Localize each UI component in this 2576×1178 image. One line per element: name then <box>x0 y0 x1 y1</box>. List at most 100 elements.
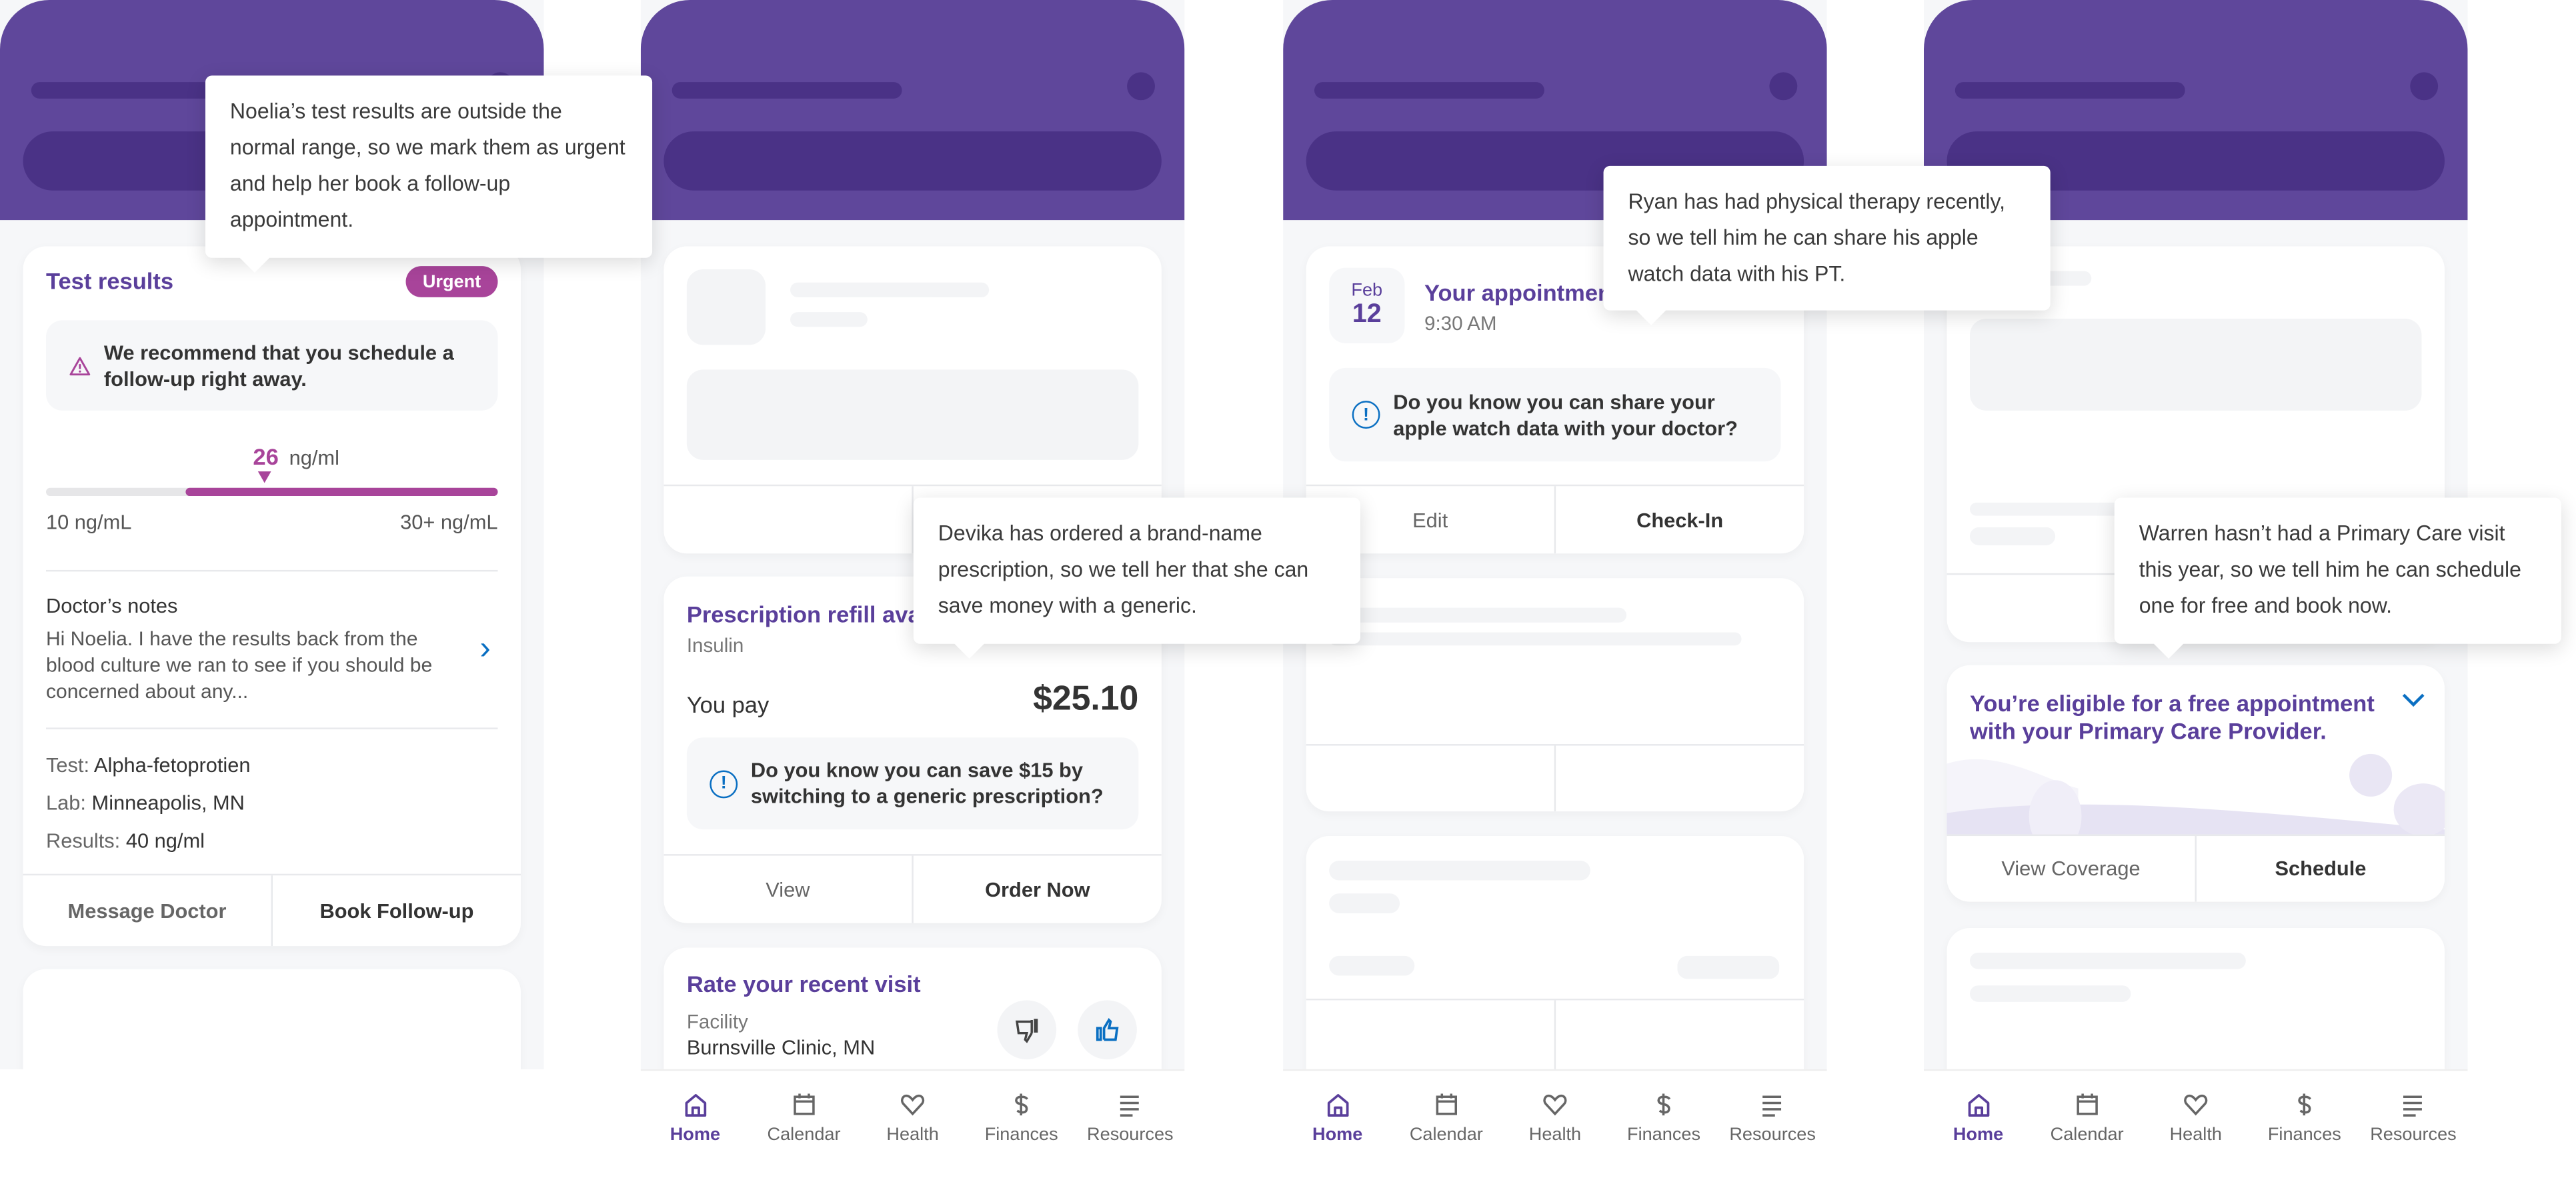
appointment-time: 9:30 AM <box>1424 312 1497 335</box>
placeholder-button <box>1306 746 1554 812</box>
chevron-down-icon[interactable] <box>2402 693 2425 708</box>
medication-name: Insulin <box>686 633 744 657</box>
nav-item-health[interactable]: Health <box>2141 1071 2250 1177</box>
header-placeholder-bar <box>1955 82 2185 99</box>
avatar-placeholder <box>1127 72 1155 101</box>
view-coverage-button[interactable]: View Coverage <box>1947 836 2195 902</box>
nav-item-resources[interactable]: Resources <box>2359 1071 2467 1177</box>
placeholder-actions <box>1306 998 1804 1069</box>
card-title: Rate your recent visit <box>686 971 921 997</box>
value-marker-icon <box>257 471 271 483</box>
info-icon: ! <box>1352 401 1380 429</box>
test-value: Alpha-fetoprotien <box>93 753 251 777</box>
nav-item-finances[interactable]: Finances <box>967 1071 1076 1177</box>
eligibility-card[interactable]: You’re eligible for a free appointment w… <box>1947 665 2445 902</box>
nav-label: Calendar <box>2050 1125 2124 1145</box>
pay-label: You pay <box>686 691 770 718</box>
tooltip-annotation: Warren hasn’t had a Primary Care visit t… <box>2114 497 2561 659</box>
bottom-nav: Home Calendar Health Finances Resources <box>1923 1069 2468 1178</box>
nav-item-calendar[interactable]: Calendar <box>2033 1071 2141 1177</box>
card-actions: Message Doctor Book Follow-up <box>23 873 521 947</box>
nav-label: Resources <box>2370 1125 2457 1145</box>
test-row: Test: Alpha-fetoprotien <box>46 754 250 777</box>
skeleton-line <box>1677 955 1780 979</box>
nav-item-health[interactable]: Health <box>858 1071 967 1177</box>
card-actions: Edit Check-In <box>1306 484 1804 554</box>
skeleton-line <box>1969 527 2056 545</box>
nav-label: Home <box>1953 1125 2004 1145</box>
range-min-label: 10 ng/mL <box>45 511 132 534</box>
home-icon <box>1326 1094 1348 1117</box>
home-icon <box>684 1094 706 1117</box>
range-max-label: 30+ ng/mL <box>400 511 498 534</box>
skeleton-block <box>1969 318 2422 411</box>
heart-icon <box>2184 1094 2208 1116</box>
book-follow-up-button[interactable]: Book Follow-up <box>271 875 521 947</box>
nav-label: Finances <box>984 1125 1058 1145</box>
range-bar <box>45 487 498 497</box>
thumbs-down-icon <box>1016 1019 1038 1043</box>
nav-item-finances[interactable]: Finances <box>2250 1071 2359 1177</box>
nav-item-finances[interactable]: Finances <box>1609 1071 1718 1177</box>
pay-amount: $25.10 <box>1033 679 1139 718</box>
lab-value: Minneapolis, MN <box>91 791 245 815</box>
facility-label: Facility <box>686 1010 748 1033</box>
chevron-right-icon[interactable]: › <box>479 631 490 669</box>
nav-label: Calendar <box>767 1125 841 1145</box>
nav-label: Home <box>1312 1125 1363 1145</box>
menu-lines-icon <box>1120 1095 1140 1117</box>
alert-box: We recommend that you schedule a follow-… <box>45 320 498 411</box>
nav-label: Health <box>1528 1125 1582 1145</box>
nav-item-calendar[interactable]: Calendar <box>1392 1071 1500 1177</box>
tooltip-annotation: Ryan has had physical therapy recently, … <box>1603 165 2051 325</box>
check-in-button[interactable]: Check-In <box>1554 486 1804 554</box>
card-actions: View Coverage Schedule <box>1947 834 2445 902</box>
landscape-illustration <box>1947 753 2445 835</box>
skeleton-line <box>1329 893 1400 913</box>
skeleton-line <box>1969 985 2131 1002</box>
app-header <box>640 0 1185 221</box>
skeleton-line <box>790 312 868 327</box>
placeholder-button <box>1554 1000 1804 1069</box>
header-placeholder-bar <box>1314 82 1544 99</box>
lab-label: Lab: <box>45 791 86 815</box>
heart-icon <box>1543 1094 1567 1116</box>
nav-item-home[interactable]: Home <box>641 1071 750 1177</box>
thumbs-up-button[interactable] <box>1078 1000 1137 1060</box>
results-label: Results: <box>45 829 121 853</box>
search-placeholder <box>664 131 1162 191</box>
schedule-button[interactable]: Schedule <box>2195 836 2445 902</box>
divider <box>45 727 498 729</box>
placeholder-button <box>1554 745 1804 812</box>
header-placeholder-bar <box>672 82 902 99</box>
skeleton-line <box>1969 952 2246 969</box>
placeholder-card <box>1306 578 1804 812</box>
date-badge: Feb 12 <box>1329 267 1405 343</box>
placeholder-actions <box>1306 744 1804 812</box>
home-icon <box>1967 1094 1989 1117</box>
result-value: 26 <box>253 443 279 470</box>
card-title: You’re eligible for a free appointment w… <box>1969 689 2375 745</box>
nav-item-resources[interactable]: Resources <box>1718 1071 1827 1177</box>
results-row: Results: 40 ng/ml <box>46 829 205 852</box>
nav-item-health[interactable]: Health <box>1500 1071 1609 1177</box>
warning-icon <box>69 356 91 375</box>
message-doctor-button[interactable]: Message Doctor <box>23 875 271 946</box>
dollar-icon <box>1657 1093 1671 1116</box>
dollar-icon <box>2298 1093 2312 1116</box>
phone-appointment: Feb 12 Your appointment 9:30 AM ! Do you k… <box>1283 0 2051 1178</box>
nav-item-calendar[interactable]: Calendar <box>750 1071 858 1177</box>
thumbs-down-button[interactable] <box>997 1000 1057 1060</box>
view-button[interactable]: View <box>664 856 912 923</box>
nav-label: Finances <box>1627 1125 1701 1145</box>
notes-text[interactable]: Hi Noelia. I have the results back from … <box>46 626 465 705</box>
nav-item-resources[interactable]: Resources <box>1076 1071 1184 1177</box>
order-now-button[interactable]: Order Now <box>912 855 1161 923</box>
info-text: Do you know you can share your apple wat… <box>1393 390 1738 440</box>
nav-item-home[interactable]: Home <box>1924 1071 2033 1177</box>
dollar-icon <box>1015 1093 1029 1116</box>
nav-item-home[interactable]: Home <box>1283 1071 1392 1177</box>
info-box: ! Do you know you can save $15 by switchi… <box>686 737 1139 830</box>
info-icon: ! <box>710 769 738 798</box>
skeleton-line <box>1329 607 1627 623</box>
